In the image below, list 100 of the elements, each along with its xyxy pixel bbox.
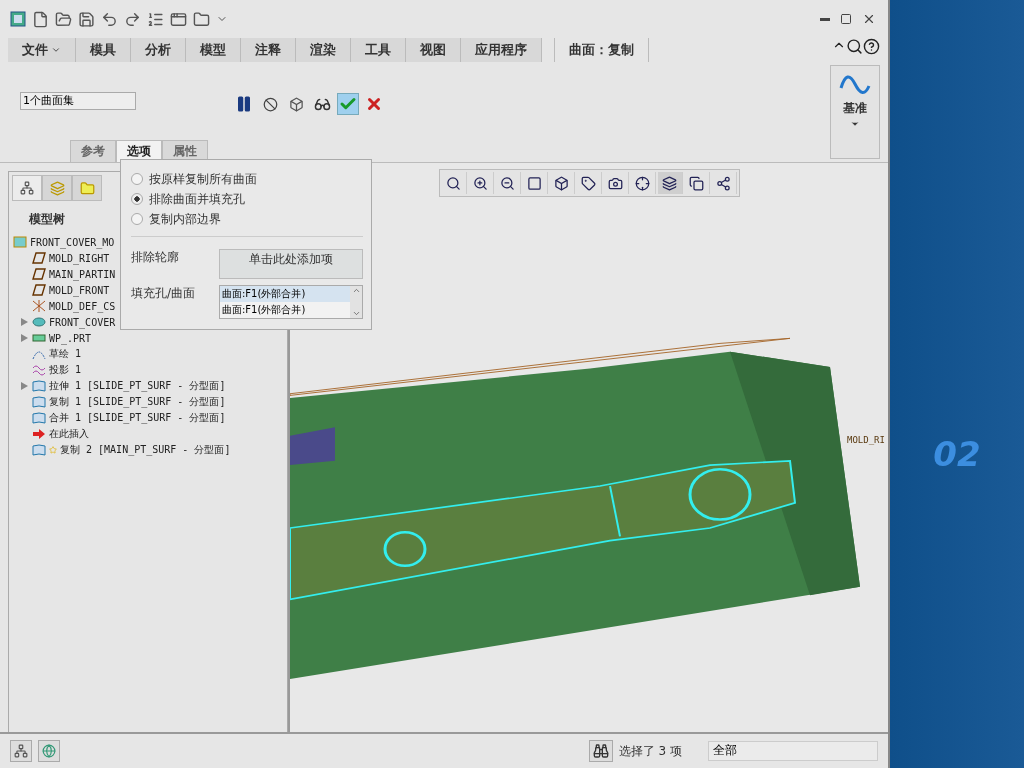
surface-icon — [32, 444, 46, 456]
tree-item[interactable]: 草绘 1 — [49, 347, 82, 361]
list-item[interactable]: 曲面:F1(外部合并) — [220, 286, 350, 302]
panel-tab[interactable]: 选项 — [116, 140, 162, 162]
ribbon-tab[interactable]: 分析 — [131, 38, 186, 62]
ribbon-tab[interactable]: 注释 — [241, 38, 296, 62]
radio-label: 排除曲面并填充孔 — [149, 190, 245, 208]
maximize-icon — [840, 13, 852, 25]
layers-button[interactable] — [657, 172, 683, 194]
sketch-icon — [32, 348, 46, 360]
minimize-icon — [820, 17, 830, 21]
pause-icon — [235, 95, 253, 113]
field-label: 排除轮廓 — [131, 249, 180, 266]
tree-item[interactable]: WP_.PRT — [49, 332, 92, 344]
list-item[interactable]: 曲面:F1(外部合并) — [220, 302, 350, 318]
camera-icon — [608, 175, 623, 191]
expand-icon[interactable] — [21, 382, 28, 390]
tree-item[interactable]: MOLD_FRONT — [49, 284, 110, 296]
ribbon-tab[interactable]: 曲面：复制 — [554, 38, 649, 62]
tree-item[interactable]: 合并 1 [SLIDE_PT_SURF - 分型面] — [49, 411, 226, 425]
expand-icon[interactable] — [21, 318, 28, 326]
help-icon[interactable] — [863, 38, 880, 55]
expand-icon[interactable] — [21, 334, 28, 342]
tree-item[interactable]: FRONT_COVER_MO — [30, 236, 115, 248]
zoom-in-icon — [473, 175, 488, 191]
cube-icon — [288, 96, 304, 112]
find-button[interactable] — [588, 740, 613, 762]
radio-icon[interactable] — [131, 213, 143, 225]
plane-icon — [32, 284, 46, 296]
radio-label: 复制内部边界 — [149, 210, 221, 228]
radio-option[interactable]: 复制内部边界 — [131, 210, 363, 228]
datum-button[interactable]: 基准 — [830, 65, 880, 159]
search-icon[interactable] — [846, 38, 863, 55]
plane-icon — [32, 252, 46, 264]
tree-tab[interactable] — [12, 175, 42, 201]
scroll-down-icon[interactable] — [351, 309, 361, 318]
list-icon[interactable] — [147, 10, 164, 28]
ribbon-tab[interactable]: 模型 — [186, 38, 241, 62]
new-file-icon[interactable] — [32, 10, 49, 28]
square-icon — [527, 175, 542, 191]
folder-icon[interactable] — [193, 10, 210, 28]
ribbon-tab[interactable]: 模具 — [76, 38, 131, 62]
tree-item[interactable]: 拉伸 1 [SLIDE_PT_SURF - 分型面] — [49, 379, 226, 393]
zoom-out-icon — [500, 175, 515, 191]
ribbon-tab[interactable]: 文件 — [8, 38, 76, 62]
tree-item[interactable]: 在此插入 — [49, 427, 89, 441]
tree-item[interactable]: MAIN_PARTIN — [49, 268, 116, 280]
undo-icon[interactable] — [101, 10, 118, 28]
folder-icon — [79, 180, 95, 196]
radio-option[interactable]: 排除曲面并填充孔 — [131, 190, 363, 208]
surface-icon — [32, 396, 46, 408]
scroll-up-icon[interactable] — [351, 286, 361, 295]
app-icon[interactable] — [10, 11, 26, 27]
panel-tab[interactable]: 参考 — [70, 140, 116, 162]
surface-icon — [32, 412, 46, 424]
save-icon[interactable] — [78, 10, 95, 28]
radio-option[interactable]: 按原样复制所有曲面 — [131, 170, 363, 188]
tree-icon — [14, 744, 28, 758]
copy-icon — [689, 175, 704, 191]
tree-item[interactable]: 投影 1 — [49, 363, 82, 377]
tag-icon — [581, 175, 596, 191]
surface-list[interactable]: 曲面:F1(外部合并) 曲面:F1(外部合并) — [219, 285, 363, 319]
plane-label: MOLD_RI — [847, 435, 885, 445]
maximize-button[interactable] — [838, 11, 854, 27]
caret-icon — [850, 119, 860, 129]
redo-icon[interactable] — [124, 10, 141, 28]
close-icon — [862, 12, 876, 26]
ribbon-tab[interactable]: 应用程序 — [461, 38, 542, 62]
window-icon[interactable] — [170, 10, 187, 28]
ribbon-tab[interactable]: 工具 — [351, 38, 406, 62]
tree-item[interactable]: MOLD_RIGHT — [49, 252, 110, 264]
wallpaper-text: 02 — [933, 434, 981, 474]
network-icon — [716, 175, 731, 191]
filter-dropdown[interactable]: 全部 — [708, 741, 878, 761]
surface-icon — [32, 380, 46, 392]
tree-title: 模型树 — [29, 211, 65, 228]
ban-icon — [262, 96, 278, 112]
surface-set-collector[interactable]: 1个曲面集 — [20, 92, 136, 110]
globe-icon — [42, 744, 56, 758]
panel-tab[interactable]: 属性 — [162, 140, 208, 162]
caret-icon — [51, 45, 61, 55]
workpiece-icon — [32, 332, 46, 344]
open-icon[interactable] — [55, 10, 72, 28]
tree-item[interactable]: MOLD_DEF_CS — [49, 300, 116, 312]
tree-item[interactable]: FRONT_COVER — [49, 316, 116, 328]
cancel-icon — [365, 95, 383, 113]
ribbon-tab[interactable]: 渲染 — [296, 38, 351, 62]
radio-icon[interactable] — [131, 193, 143, 205]
layers-icon — [662, 175, 677, 191]
globe-button[interactable] — [38, 740, 60, 762]
radio-icon[interactable] — [131, 173, 143, 185]
selection-status: 选择了 3 项 — [618, 742, 682, 760]
radio-label: 按原样复制所有曲面 — [149, 170, 257, 188]
binoculars-icon — [592, 743, 609, 759]
tree-item[interactable]: 复制 1 [SLIDE_PT_SURF - 分型面] — [49, 395, 226, 409]
add-item-button[interactable]: 单击此处添加项 — [219, 249, 363, 279]
ribbon-tab[interactable]: 视图 — [406, 38, 461, 62]
tree-button[interactable] — [10, 740, 32, 762]
tree-item[interactable]: 复制 2 [MAIN_PT_SURF - 分型面] — [60, 443, 231, 457]
cube-icon — [554, 175, 569, 191]
